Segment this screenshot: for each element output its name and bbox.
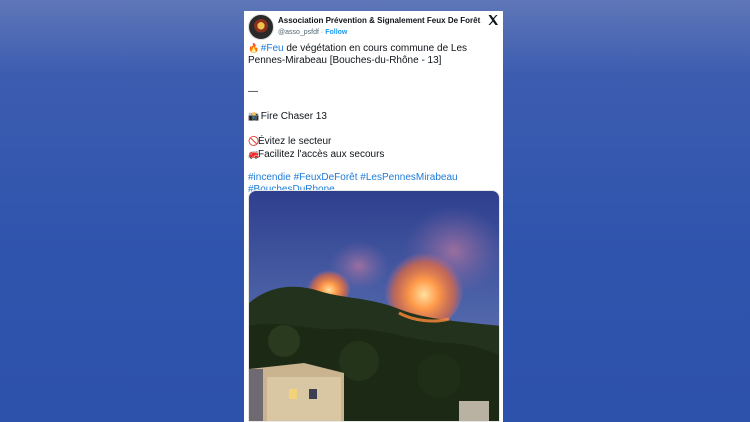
- display-name[interactable]: Association Prévention & Signalement Feu…: [278, 16, 480, 25]
- hashtag-feu[interactable]: #Feu: [261, 43, 284, 54]
- access-line: 🚒Facilitez l'accès aux secours: [248, 148, 500, 161]
- tweet-line-1: 🔥 #Feu de végétation en cours commune de…: [248, 42, 500, 67]
- hashtag-incendie[interactable]: #incendie: [248, 172, 291, 183]
- avatar[interactable]: [248, 14, 274, 40]
- author-block: Association Prévention & Signalement Feu…: [278, 16, 480, 36]
- no-entry-icon: 🚫: [248, 136, 260, 146]
- tweet-text: 🔥 #Feu de végétation en cours commune de…: [248, 42, 500, 196]
- hashtag-lespennesmirabeau[interactable]: #LesPennesMirabeau: [360, 172, 457, 183]
- camera-line: 📸 Fire Chaser 13: [248, 110, 500, 123]
- tweet-card: Association Prévention & Signalement Feu…: [244, 11, 503, 422]
- tweet-photo[interactable]: [248, 190, 500, 422]
- camera-text: Fire Chaser 13: [260, 111, 327, 122]
- separator: ·: [320, 29, 324, 36]
- tweet-header: Association Prévention & Signalement Feu…: [248, 14, 499, 42]
- author-subline: @asso_psfdf · Follow: [278, 29, 478, 36]
- fire-engine-icon: 🚒: [248, 149, 260, 159]
- dash-line: —: [248, 86, 258, 97]
- avoid-line: 🚫Évitez le secteur: [248, 135, 500, 148]
- access-text: Facilitez l'accès aux secours: [258, 149, 385, 160]
- camera-icon: 📸: [248, 111, 260, 121]
- fire-icon: 🔥: [248, 43, 260, 53]
- hashtag-feuxdeforet[interactable]: #FeuxDeForêt: [294, 172, 358, 183]
- follow-button[interactable]: Follow: [325, 29, 347, 36]
- handle[interactable]: @asso_psfdf: [278, 29, 319, 36]
- fire-photo-illustration: [249, 191, 499, 421]
- x-logo-icon[interactable]: [487, 14, 499, 26]
- avoid-text: Évitez le secteur: [258, 136, 332, 147]
